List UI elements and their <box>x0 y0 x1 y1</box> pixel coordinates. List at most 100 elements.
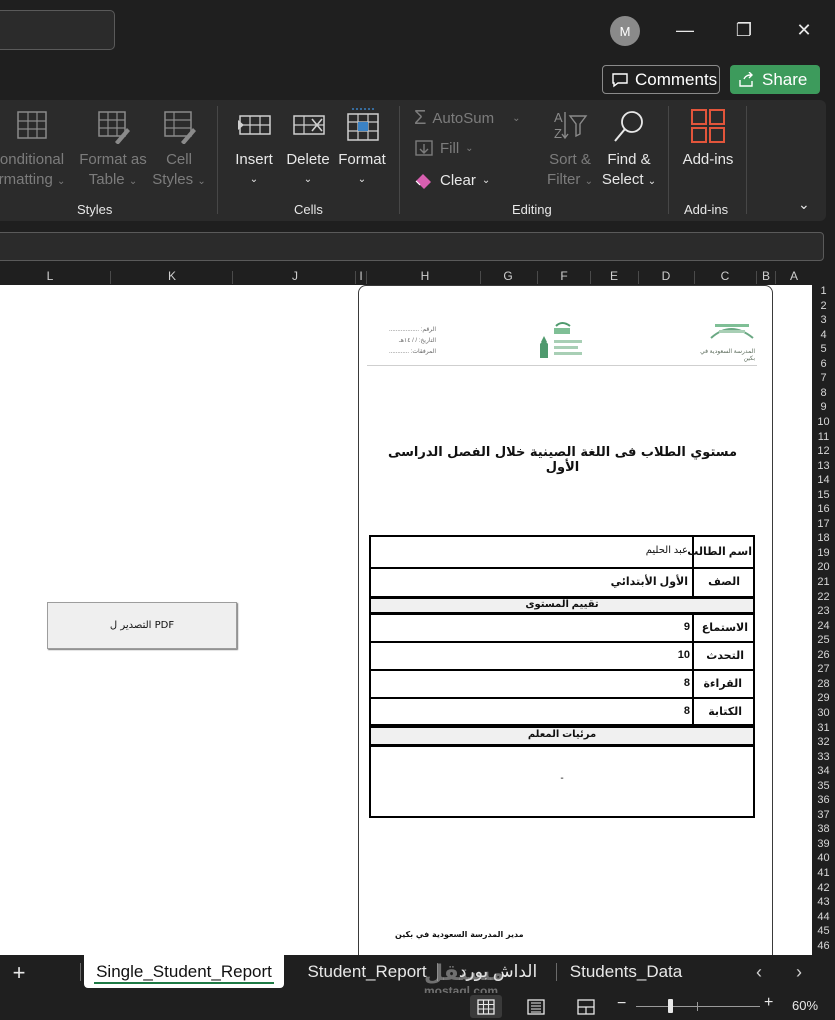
skill-score-reading[interactable]: 8 <box>640 677 690 689</box>
row-number[interactable]: 14 <box>812 474 835 486</box>
normal-view-button[interactable] <box>470 995 502 1018</box>
grade-value[interactable]: الأول الأبتدائي <box>560 575 688 588</box>
format-as-table-button[interactable]: Format as Table ⌄ <box>78 108 148 192</box>
tab-single-student-report[interactable]: Single_Student_Report <box>84 955 284 988</box>
row-number[interactable]: 39 <box>812 838 835 850</box>
row-number[interactable]: 8 <box>812 387 835 399</box>
close-button[interactable]: ✕ <box>787 14 821 46</box>
skill-score-speaking[interactable]: 10 <box>640 649 690 661</box>
share-button[interactable]: Share <box>730 65 820 94</box>
row-number[interactable]: 10 <box>812 416 835 428</box>
addins-button[interactable]: Add-ins <box>678 108 738 170</box>
skill-score-writing[interactable]: 8 <box>640 705 690 717</box>
row-number[interactable]: 31 <box>812 722 835 734</box>
row-number[interactable]: 28 <box>812 678 835 690</box>
column-letter[interactable]: L <box>40 269 60 283</box>
find-select-button[interactable]: Find & Select ⌄ <box>600 108 658 192</box>
row-number[interactable]: 46 <box>812 940 835 952</box>
column-letter[interactable]: D <box>656 269 676 283</box>
row-number[interactable]: 13 <box>812 460 835 472</box>
formula-bar[interactable] <box>0 232 824 261</box>
row-number[interactable]: 35 <box>812 780 835 792</box>
row-number[interactable]: 33 <box>812 751 835 763</box>
row-number[interactable]: 12 <box>812 445 835 457</box>
teacher-notes-value[interactable]: - <box>369 773 755 784</box>
delete-button[interactable]: Delete ⌄ <box>284 108 332 190</box>
row-number[interactable]: 27 <box>812 663 835 675</box>
row-number[interactable]: 42 <box>812 882 835 894</box>
page-break-view-button[interactable] <box>570 995 602 1018</box>
column-letter[interactable]: C <box>715 269 735 283</box>
column-letter[interactable]: A <box>784 269 804 283</box>
sort-filter-button[interactable]: AZ Sort & Filter ⌄ <box>544 108 596 192</box>
tab-students-data[interactable]: Students_Data <box>560 955 692 988</box>
row-number[interactable]: 7 <box>812 372 835 384</box>
ribbon-collapse-icon[interactable]: ⌄ <box>798 196 810 213</box>
row-number[interactable]: 3 <box>812 314 835 326</box>
add-sheet-button[interactable]: + <box>8 959 30 987</box>
row-number[interactable]: 44 <box>812 911 835 923</box>
zoom-level[interactable]: 60% <box>792 998 818 1013</box>
column-letter[interactable]: E <box>604 269 624 283</box>
row-number[interactable]: 1 <box>812 285 835 297</box>
cell-styles-button[interactable]: Cell Styles ⌄ <box>150 108 208 192</box>
row-number[interactable]: 2 <box>812 300 835 312</box>
zoom-in-button[interactable]: + <box>764 994 773 1012</box>
column-letter[interactable]: J <box>285 269 305 283</box>
column-letter[interactable]: G <box>498 269 518 283</box>
column-letter[interactable]: B <box>757 269 775 283</box>
student-name-value[interactable]: عبد الحليم <box>560 545 688 556</box>
row-number[interactable]: 11 <box>812 431 835 443</box>
row-number[interactable]: 26 <box>812 649 835 661</box>
row-number[interactable]: 38 <box>812 823 835 835</box>
row-number[interactable]: 15 <box>812 489 835 501</box>
page-layout-view-button[interactable] <box>520 995 552 1018</box>
column-letter[interactable]: F <box>554 269 574 283</box>
column-letter[interactable]: H <box>415 269 435 283</box>
insert-button[interactable]: Insert ⌄ <box>230 108 278 190</box>
row-number[interactable]: 23 <box>812 605 835 617</box>
account-avatar[interactable]: M <box>610 16 640 46</box>
row-number[interactable]: 16 <box>812 503 835 515</box>
row-number[interactable]: 4 <box>812 329 835 341</box>
row-number[interactable]: 37 <box>812 809 835 821</box>
zoom-out-button[interactable]: − <box>617 995 626 1013</box>
autosum-button[interactable]: Σ AutoSum ⌄ <box>414 107 520 130</box>
row-number[interactable]: 40 <box>812 852 835 864</box>
fill-button[interactable]: Fill ⌄ <box>414 139 474 157</box>
row-number[interactable]: 6 <box>812 358 835 370</box>
row-number[interactable]: 24 <box>812 620 835 632</box>
search-box[interactable] <box>0 10 115 50</box>
row-number[interactable]: 9 <box>812 401 835 413</box>
row-number[interactable]: 17 <box>812 518 835 530</box>
tab-student-report[interactable]: Student_Report <box>296 955 438 988</box>
skill-score-listening[interactable]: 9 <box>640 621 690 633</box>
row-number[interactable]: 43 <box>812 896 835 908</box>
comments-button[interactable]: Comments <box>602 65 720 94</box>
format-button[interactable]: Format ⌄ <box>337 108 387 190</box>
scroll-tabs-left-icon[interactable]: ‹ <box>749 959 769 985</box>
conditional-formatting-button[interactable]: onditional rmatting ⌄ <box>0 108 70 192</box>
scroll-tabs-right-icon[interactable]: › <box>789 959 809 985</box>
row-number[interactable]: 29 <box>812 692 835 704</box>
export-pdf-button[interactable]: التصدير ل PDF <box>47 602 237 649</box>
worksheet-grid[interactable]: التصدير ل PDF الرقم: .................. … <box>0 285 812 955</box>
clear-button[interactable]: Clear ⌄ <box>414 171 490 189</box>
column-letter[interactable]: I <box>356 269 366 283</box>
zoom-slider[interactable] <box>636 1006 760 1007</box>
row-number[interactable]: 45 <box>812 925 835 937</box>
row-number[interactable]: 30 <box>812 707 835 719</box>
restore-button[interactable]: ❐ <box>727 14 761 46</box>
row-number[interactable]: 22 <box>812 591 835 603</box>
row-number[interactable]: 32 <box>812 736 835 748</box>
row-number[interactable]: 36 <box>812 794 835 806</box>
row-number[interactable]: 34 <box>812 765 835 777</box>
row-number[interactable]: 20 <box>812 561 835 573</box>
row-number[interactable]: 18 <box>812 532 835 544</box>
row-number[interactable]: 19 <box>812 547 835 559</box>
minimize-button[interactable]: — <box>668 14 702 46</box>
column-letter[interactable]: K <box>162 269 182 283</box>
row-number[interactable]: 5 <box>812 343 835 355</box>
row-number[interactable]: 21 <box>812 576 835 588</box>
row-number[interactable]: 25 <box>812 634 835 646</box>
